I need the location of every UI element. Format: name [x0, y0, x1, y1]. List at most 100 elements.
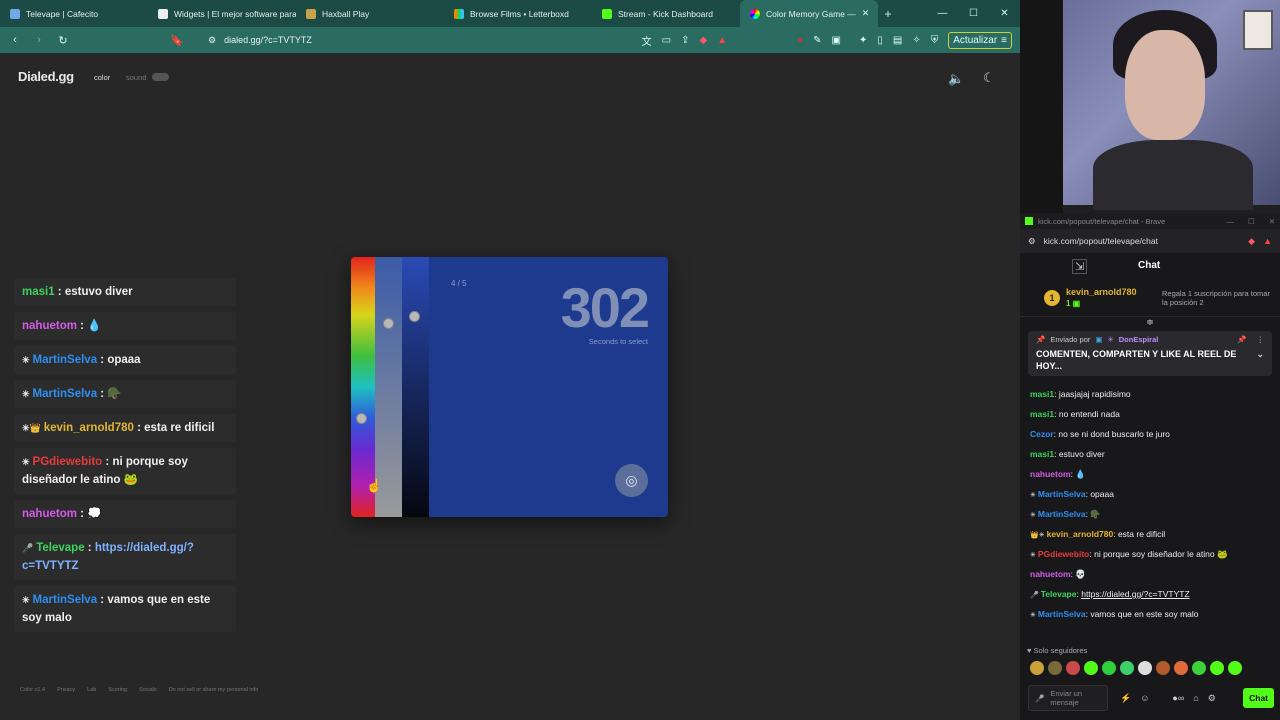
chat-username[interactable]: PGdiewebito: [1038, 549, 1089, 559]
shield-icon[interactable]: ⛨: [931, 35, 939, 46]
emote[interactable]: [1066, 661, 1080, 675]
close-window-icon[interactable]: ✕: [989, 8, 1020, 19]
maximize-icon[interactable]: ☐: [1248, 217, 1255, 226]
mode-color-label[interactable]: color: [94, 73, 110, 82]
hue-knob[interactable]: [356, 413, 367, 424]
chat-username[interactable]: MartinSelva: [1038, 489, 1086, 499]
tab-kick-dashboard[interactable]: Stream - Kick Dashboard: [592, 0, 740, 27]
tab-televape[interactable]: Televape | Cafecito: [0, 0, 148, 27]
sidebar-icon[interactable]: ▯: [877, 35, 883, 46]
chat-username[interactable]: Cezor: [1030, 429, 1054, 439]
chat-username[interactable]: masi1: [1030, 389, 1054, 399]
store-icon[interactable]: ⌂: [1193, 693, 1198, 704]
pinned-handle-icon[interactable]: ≑: [1020, 317, 1280, 329]
back-icon[interactable]: ‹: [8, 34, 22, 46]
tab-widgets[interactable]: Widgets | El mejor software para: [148, 0, 296, 27]
url-field[interactable]: ⚙ dialed.gg/?c=TVTYTZ: [208, 35, 632, 46]
emoji-icon[interactable]: ☺: [1140, 693, 1149, 704]
cast-icon[interactable]: ▭: [662, 35, 671, 46]
share-icon[interactable]: ⇪: [681, 35, 689, 46]
chat-username[interactable]: nahuetom: [22, 508, 77, 520]
lightness-slider[interactable]: [402, 257, 429, 517]
chat-username[interactable]: Televape: [1041, 589, 1077, 599]
chat-text[interactable]: https://dialed.gg/?c=TVTYTZ: [1081, 589, 1189, 599]
send-chat-button[interactable]: Chat: [1243, 688, 1274, 708]
volume-icon[interactable]: 🔈: [948, 71, 964, 87]
emote[interactable]: [1192, 661, 1206, 675]
chat-username[interactable]: masi1: [1030, 409, 1054, 419]
footer-link[interactable]: Privacy: [57, 687, 75, 693]
translate-icon[interactable]: 文: [642, 33, 652, 48]
chat-username[interactable]: nahuetom: [1030, 469, 1071, 479]
new-tab-icon[interactable]: +: [878, 7, 898, 21]
gear-icon[interactable]: ⚙: [1208, 693, 1216, 704]
lightness-knob[interactable]: [409, 311, 420, 322]
footer-link[interactable]: Color v1.4: [20, 687, 45, 693]
mention-icon[interactable]: ⚡: [1120, 693, 1131, 704]
chat-username[interactable]: MartinSelva: [33, 594, 98, 606]
emote[interactable]: [1228, 661, 1242, 675]
footer-link[interactable]: Lab: [87, 687, 96, 693]
mode-sound-label[interactable]: sound: [126, 73, 146, 82]
chat-username[interactable]: kevin_arnold780: [44, 422, 134, 434]
wallet-icon[interactable]: ▤: [893, 35, 902, 46]
chat-username[interactable]: kevin_arnold780: [1047, 529, 1114, 539]
chat-username[interactable]: masi1: [22, 286, 55, 298]
brave-rewards-icon[interactable]: ▲: [717, 35, 727, 46]
chat-username[interactable]: Televape: [36, 542, 84, 554]
chat-username[interactable]: nahuetom: [22, 320, 77, 332]
screenshot-icon[interactable]: ▣: [832, 35, 841, 46]
footer-link[interactable]: Socials: [139, 687, 157, 693]
minimize-icon[interactable]: —: [1226, 217, 1234, 226]
site-logo[interactable]: Dialed.gg: [18, 69, 74, 84]
url-text[interactable]: dialed.gg/?c=TVTYTZ: [224, 35, 312, 45]
emote[interactable]: [1120, 661, 1134, 675]
bookmark-icon[interactable]: 🔖: [170, 34, 184, 47]
saturation-knob[interactable]: [383, 318, 394, 329]
emote[interactable]: [1102, 661, 1116, 675]
leo-icon[interactable]: ✧: [912, 35, 920, 46]
top-gifter[interactable]: kevin_arnold780 1 ▣: [1066, 287, 1137, 309]
chat-username[interactable]: MartinSelva: [33, 354, 98, 366]
rewards-icon[interactable]: ●∞: [1172, 693, 1184, 704]
tab-letterboxd[interactable]: Browse Films • Letterboxd: [444, 0, 592, 27]
chat-username[interactable]: nahuetom: [1030, 569, 1071, 579]
update-button[interactable]: Actualizar ≡: [948, 31, 1012, 49]
chat-input[interactable]: 🎤 Enviar un mensaje: [1028, 685, 1108, 711]
moon-icon[interactable]: ☾: [983, 70, 995, 86]
brave-shield-icon[interactable]: ◆: [1248, 236, 1255, 247]
brave-rewards-icon[interactable]: ▲: [1263, 236, 1272, 247]
unpin-icon[interactable]: 📌: [1237, 335, 1246, 344]
chat-username[interactable]: masi1: [1030, 449, 1054, 459]
footer-link[interactable]: Scoring: [108, 687, 127, 693]
emote[interactable]: [1084, 661, 1098, 675]
vpn-icon[interactable]: ●: [797, 35, 803, 46]
maximize-icon[interactable]: ☐: [958, 8, 989, 19]
close-window-icon[interactable]: ✕: [1269, 217, 1275, 226]
emote[interactable]: [1156, 661, 1170, 675]
collapse-chat-icon[interactable]: ⇲: [1072, 259, 1088, 274]
emote[interactable]: [1048, 661, 1062, 675]
brave-shield-icon[interactable]: ◆: [700, 35, 708, 46]
chat-username[interactable]: PGdiewebito: [33, 456, 103, 468]
extension-icon[interactable]: ✎: [813, 35, 821, 46]
reload-icon[interactable]: ↻: [56, 34, 70, 47]
chevron-down-icon[interactable]: ⌄: [1256, 348, 1264, 372]
site-settings-icon[interactable]: ⚙: [1028, 236, 1036, 247]
gift-sub-prompt[interactable]: Regala 1 suscripción para tomar la posic…: [1162, 289, 1272, 307]
emote[interactable]: [1174, 661, 1188, 675]
chat-username[interactable]: MartinSelva: [1038, 509, 1086, 519]
mode-toggle[interactable]: [152, 73, 169, 81]
pinned-by-user[interactable]: DonEspiral: [1119, 335, 1159, 344]
popout-url[interactable]: kick.com/popout/televape/chat: [1044, 236, 1158, 246]
close-tab-icon[interactable]: ✕: [862, 8, 870, 19]
tab-color-memory-game[interactable]: Color Memory Game — ✕: [740, 0, 878, 27]
more-icon[interactable]: ⋮: [1257, 335, 1265, 344]
chat-username[interactable]: MartinSelva: [1038, 609, 1086, 619]
emote[interactable]: [1138, 661, 1152, 675]
minimize-icon[interactable]: —: [927, 8, 958, 19]
tab-haxball[interactable]: Haxball Play: [296, 0, 444, 27]
submit-target-button[interactable]: ◎: [615, 464, 648, 497]
emote[interactable]: [1030, 661, 1044, 675]
forward-icon[interactable]: ›: [32, 34, 46, 46]
